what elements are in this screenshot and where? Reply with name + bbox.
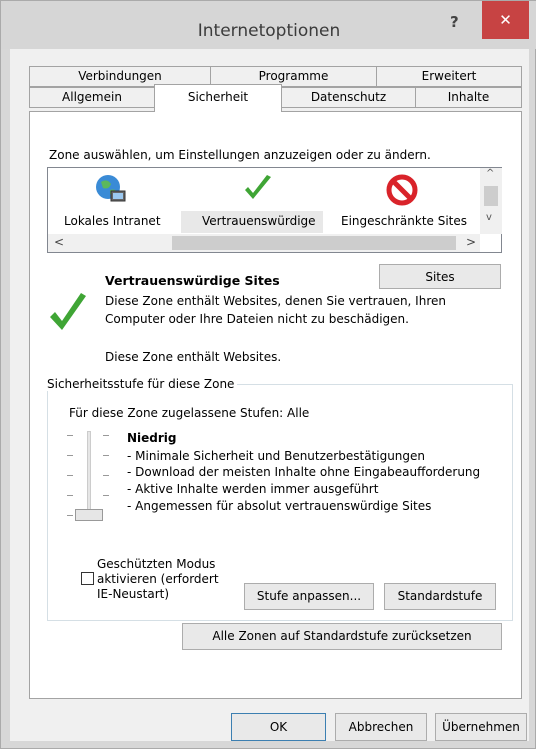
level-name: Niedrig bbox=[127, 431, 177, 445]
tab-allgemein[interactable]: Allgemein bbox=[29, 87, 155, 108]
horizontal-scrollbar[interactable]: < > bbox=[48, 234, 480, 252]
protected-mode-label-line3: IE-Neustart) bbox=[97, 587, 170, 601]
green-check-icon bbox=[243, 174, 273, 202]
security-level-legend: Sicherheitsstufe für diese Zone bbox=[47, 377, 238, 391]
zone-description-line2: Computer oder Ihre Dateien nicht zu besc… bbox=[105, 312, 409, 326]
slider-track bbox=[87, 431, 91, 517]
red-restricted-icon bbox=[386, 174, 418, 206]
scroll-down-icon[interactable]: v bbox=[486, 212, 492, 223]
level-item: - Download der meisten Inhalte ohne Eing… bbox=[127, 465, 481, 479]
zone-description-line1: Diese Zone enthält Websites, denen Sie v… bbox=[105, 294, 446, 308]
slider-tick bbox=[67, 455, 73, 456]
default-level-button[interactable]: Standardstufe bbox=[384, 583, 496, 610]
protected-mode-label[interactable]: Geschützten Modus aktivieren (erfordert … bbox=[97, 557, 219, 602]
protected-mode-label-line1: Geschützten Modus bbox=[97, 557, 216, 571]
zone-list[interactable]: Lokales Intranet Vertrauenswürdige Einge… bbox=[47, 167, 502, 253]
slider-tick bbox=[67, 435, 73, 436]
apply-button[interactable]: Übernehmen bbox=[435, 713, 527, 741]
scroll-up-icon[interactable]: ^ bbox=[486, 168, 494, 179]
vertical-scroll-thumb[interactable] bbox=[484, 186, 498, 206]
level-item: - Angemessen für absolut vertrauenswürdi… bbox=[127, 499, 432, 513]
horizontal-scroll-thumb[interactable] bbox=[172, 236, 456, 250]
zone-label-trusted[interactable]: Vertrauenswürdige bbox=[202, 214, 316, 228]
zone-label-restricted[interactable]: Eingeschränkte Sites bbox=[341, 214, 467, 228]
slider-thumb[interactable] bbox=[75, 509, 103, 521]
reset-all-zones-button[interactable]: Alle Zonen auf Standardstufe zurücksetze… bbox=[182, 623, 502, 650]
slider-tick bbox=[67, 515, 73, 516]
close-button[interactable]: ✕ bbox=[482, 1, 529, 39]
protected-mode-label-line2: aktivieren (erfordert bbox=[97, 572, 219, 586]
tab-erweitert[interactable]: Erweitert bbox=[376, 66, 522, 87]
allowed-levels-text: Für diese Zone zugelassene Stufen: Alle bbox=[69, 406, 310, 420]
zone-label-intranet[interactable]: Lokales Intranet bbox=[64, 214, 161, 228]
trusted-zone-check-icon bbox=[48, 291, 88, 333]
title-bar[interactable]: Internetoptionen ? ✕ bbox=[1, 1, 536, 49]
tab-sicherheit[interactable]: Sicherheit bbox=[154, 84, 282, 112]
help-button[interactable]: ? bbox=[450, 13, 459, 31]
slider-tick bbox=[103, 435, 109, 436]
slider-tick bbox=[67, 475, 73, 476]
tab-datenschutz[interactable]: Datenschutz bbox=[281, 87, 416, 108]
slider-tick bbox=[103, 455, 109, 456]
scroll-right-icon[interactable]: > bbox=[466, 235, 476, 249]
sites-button[interactable]: Sites bbox=[379, 264, 501, 289]
globe-computer-icon bbox=[93, 172, 127, 206]
scroll-left-icon[interactable]: < bbox=[54, 235, 64, 249]
zone-prompt: Zone auswählen, um Einstellungen anzuzei… bbox=[49, 148, 431, 162]
vertical-scrollbar[interactable]: ^ v bbox=[480, 168, 502, 234]
zone-contains-text: Diese Zone enthält Websites. bbox=[105, 350, 282, 364]
slider-tick bbox=[103, 475, 109, 476]
slider-tick bbox=[67, 495, 73, 496]
level-item: - Minimale Sicherheit und Benutzerbestät… bbox=[127, 449, 426, 463]
cancel-button[interactable]: Abbrechen bbox=[335, 713, 427, 741]
zone-title: Vertrauenswürdige Sites bbox=[105, 273, 280, 288]
tab-inhalte[interactable]: Inhalte bbox=[415, 87, 522, 108]
level-item: - Aktive Inhalte werden immer ausgeführt bbox=[127, 482, 379, 496]
ok-button[interactable]: OK bbox=[231, 713, 326, 741]
custom-level-button[interactable]: Stufe anpassen... bbox=[244, 583, 374, 610]
internet-options-window: Internetoptionen ? ✕ Verbindungen Progra… bbox=[0, 0, 536, 749]
slider-tick bbox=[103, 495, 109, 496]
protected-mode-checkbox[interactable] bbox=[81, 572, 94, 585]
security-level-slider[interactable] bbox=[65, 431, 115, 521]
